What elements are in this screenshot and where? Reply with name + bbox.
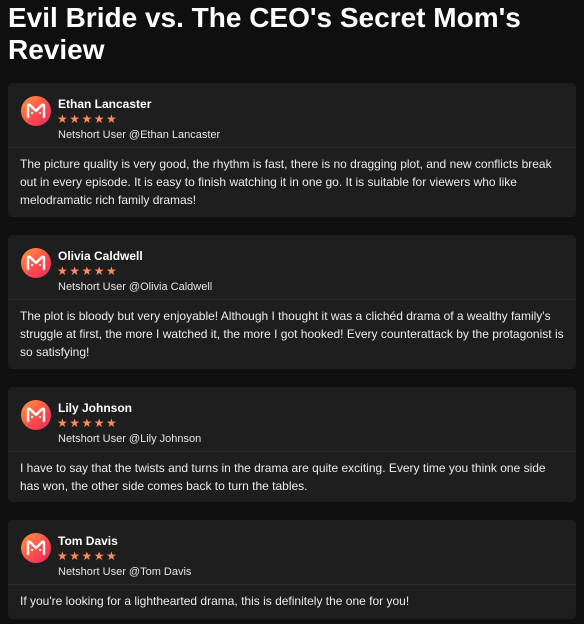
star-rating: ★★★★★ — [57, 112, 119, 126]
reviewer-handle: Netshort User @Lily Johnson — [58, 433, 202, 445]
reviewer-handle: Netshort User @Tom Davis — [58, 566, 192, 578]
reviewer-name: Lily Johnson — [58, 401, 133, 415]
film-strip-icon — [26, 255, 46, 271]
review-text: The plot is bloody but very enjoyable! A… — [20, 309, 564, 359]
netshort-logo-avatar — [21, 96, 51, 126]
review-header: Tom Davis ★★★★★ Netshort User @Tom Davis — [8, 520, 576, 585]
netshort-logo-avatar — [21, 533, 51, 563]
review-header: Olivia Caldwell ★★★★★ Netshort User @Oli… — [8, 235, 576, 300]
film-strip-icon — [26, 407, 46, 423]
star-rating: ★★★★★ — [57, 549, 119, 563]
film-strip-icon — [26, 103, 46, 119]
reviewer-name: Ethan Lancaster — [58, 97, 152, 111]
reviewer-name: Tom Davis — [58, 534, 118, 548]
review-text: I have to say that the twists and turns … — [20, 461, 546, 493]
review-text: The picture quality is very good, the rh… — [20, 157, 552, 207]
review-text: If you're looking for a lighthearted dra… — [20, 594, 410, 608]
review-card: Ethan Lancaster ★★★★★ Netshort User @Eth… — [8, 83, 576, 217]
star-rating: ★★★★★ — [57, 264, 119, 278]
reviewer-handle: Netshort User @Olivia Caldwell — [58, 281, 213, 293]
netshort-logo-avatar — [21, 248, 51, 278]
review-card: Tom Davis ★★★★★ Netshort User @Tom Davis… — [8, 520, 576, 619]
page-title: Evil Bride vs. The CEO's Secret Mom's Re… — [8, 2, 521, 65]
film-strip-icon — [26, 540, 46, 556]
reviewer-handle: Netshort User @Ethan Lancaster — [58, 129, 221, 141]
reviewer-name: Olivia Caldwell — [58, 249, 143, 263]
netshort-logo-avatar — [21, 400, 51, 430]
review-card: Olivia Caldwell ★★★★★ Netshort User @Oli… — [8, 235, 576, 369]
star-rating: ★★★★★ — [57, 416, 119, 430]
review-card: Lily Johnson ★★★★★ Netshort User @Lily J… — [8, 387, 576, 502]
review-header: Ethan Lancaster ★★★★★ Netshort User @Eth… — [8, 83, 576, 148]
review-header: Lily Johnson ★★★★★ Netshort User @Lily J… — [8, 387, 576, 452]
